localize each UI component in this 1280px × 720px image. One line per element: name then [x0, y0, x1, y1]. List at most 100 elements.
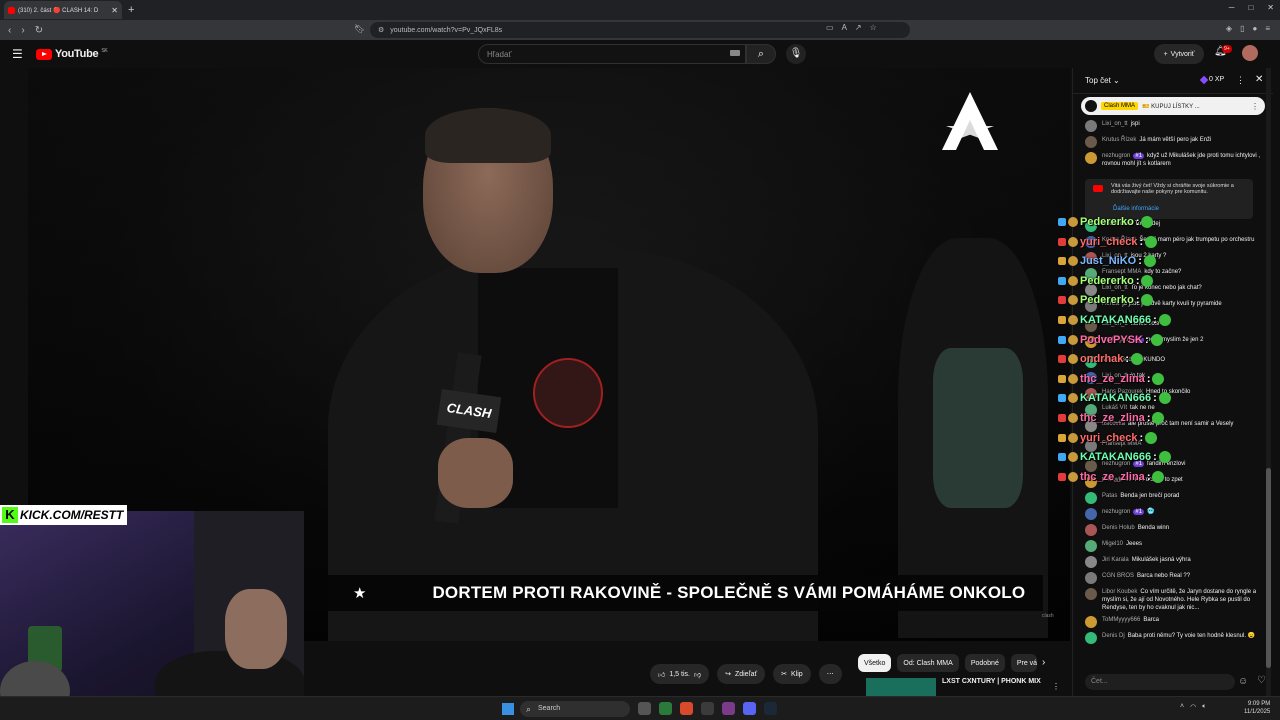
browser-tab[interactable]: (310) 2. část 🔴 CLASH 14: D ✕: [4, 1, 122, 19]
chat-avatar[interactable]: [1085, 616, 1097, 628]
tab-close-icon[interactable]: ✕: [111, 6, 118, 15]
volume-icon[interactable]: 🔈︎: [1202, 703, 1206, 711]
chat-message[interactable]: CGN BROS Barca nebo Real ??: [1085, 572, 1263, 584]
windows-start-icon[interactable]: [502, 703, 514, 715]
notice-more-link[interactable]: Ďalšie informácie: [1113, 206, 1159, 212]
chips-next-icon[interactable]: ›: [1042, 657, 1045, 668]
taskbar-search[interactable]: Search: [520, 701, 630, 717]
chat-avatar[interactable]: [1085, 524, 1097, 536]
extensions-icon[interactable]: ◈: [1226, 24, 1232, 33]
chat-avatar[interactable]: [1085, 152, 1097, 164]
share-button[interactable]: ↪ Zdieľať: [717, 664, 766, 684]
network-icon[interactable]: ◠: [1190, 703, 1196, 711]
pinned-message[interactable]: Clash MMA 🎫 KUPUJ LÍSTKY ... ⋮: [1081, 97, 1265, 115]
chat-more-icon[interactable]: ⋮: [1236, 75, 1245, 86]
chat-message[interactable]: Denis Dj Baba proti němu? Ty voie ten hod…: [1085, 632, 1263, 644]
chat-avatar[interactable]: [1085, 492, 1097, 504]
recommended-thumbnail[interactable]: [866, 678, 936, 698]
reload-icon[interactable]: ↻: [35, 25, 43, 36]
chat-author[interactable]: Denis Dj: [1102, 633, 1125, 639]
translate-icon[interactable]: A: [842, 23, 847, 32]
chat-avatar[interactable]: [1085, 508, 1097, 520]
more-actions-button[interactable]: ⋯: [818, 664, 842, 684]
clock[interactable]: 9:09 PM 11/1/2025: [1244, 700, 1270, 716]
youtube-logo[interactable]: YouTube SK: [36, 48, 108, 60]
chat-message[interactable]: Krutus Řízek Já mám větší pero jak Enži: [1085, 136, 1263, 148]
chat-author[interactable]: Krutus Řízek: [1102, 137, 1136, 143]
tray-chevron-icon[interactable]: ˄: [1180, 703, 1184, 711]
discord-icon[interactable]: [743, 702, 756, 715]
create-button[interactable]: + Vytvoriť: [1154, 44, 1204, 64]
chat-message[interactable]: Denis Holub Benda winn: [1085, 524, 1263, 536]
chat-author[interactable]: CGN BROS: [1102, 573, 1134, 579]
brave-icon[interactable]: [680, 702, 693, 715]
task-view-icon[interactable]: [638, 702, 651, 715]
chip-from-channel[interactable]: Od: Clash MMA: [897, 654, 959, 672]
browser-menu-icon[interactable]: ≡: [1265, 24, 1270, 33]
chat-avatar[interactable]: [1085, 136, 1097, 148]
chat-mode-dropdown[interactable]: Top čet ⌄: [1085, 76, 1120, 85]
new-tab-button[interactable]: +: [128, 4, 134, 16]
steam-icon[interactable]: [764, 702, 777, 715]
cast-icon[interactable]: ▭: [826, 23, 834, 32]
chat-scrollbar-thumb[interactable]: [1266, 468, 1271, 668]
search-button[interactable]: ⌕: [746, 44, 776, 64]
chat-avatar[interactable]: [1085, 632, 1097, 644]
app-icon[interactable]: [722, 702, 735, 715]
chat-message[interactable]: Jiri Karala Mikulášek jasná výhra: [1085, 556, 1263, 568]
share-page-icon[interactable]: ↗: [855, 23, 862, 32]
heart-reaction-icon[interactable]: ♡: [1257, 675, 1266, 686]
chat-author[interactable]: Libor Koubek: [1102, 589, 1137, 595]
chat-message[interactable]: ToMMyyyy666 Barca: [1085, 616, 1263, 628]
recommended-more-icon[interactable]: ⋮: [1052, 682, 1060, 691]
maximize-icon[interactable]: □: [1248, 3, 1253, 12]
chat-close-icon[interactable]: ✕: [1255, 74, 1263, 85]
chat-author[interactable]: Jiri Karala: [1102, 557, 1129, 563]
keyboard-icon[interactable]: [730, 50, 740, 56]
sidebar-icon[interactable]: ▯: [1240, 24, 1244, 33]
search-input[interactable]: Hľadať: [478, 44, 746, 64]
chat-avatar[interactable]: [1085, 556, 1097, 568]
chat-message[interactable]: nezhugron #1 když už Mikulášek jde proti t…: [1085, 152, 1263, 168]
chip-all[interactable]: Všetko: [858, 654, 892, 672]
pinned-more-icon[interactable]: ⋮: [1251, 102, 1259, 111]
chat-avatar[interactable]: [1085, 572, 1097, 584]
emoji-icon[interactable]: ☺: [1238, 676, 1248, 687]
window-close-icon[interactable]: ✕: [1267, 3, 1274, 12]
forward-icon[interactable]: ›: [21, 25, 24, 36]
xp-indicator[interactable]: 0 XP: [1199, 75, 1224, 84]
like-button[interactable]: 👍︎ 1,5 tis. 👎︎: [650, 664, 710, 684]
thumbs-down-icon[interactable]: 👎︎: [694, 670, 701, 679]
xbox-icon[interactable]: [659, 702, 672, 715]
chat-author[interactable]: nezhugron: [1102, 153, 1130, 159]
chat-author[interactable]: Denis Holub: [1102, 525, 1135, 531]
recommended-video[interactable]: LXST CXNTURY | PHONK MIX ⋮: [866, 678, 1060, 698]
chat-input[interactable]: Čet...: [1085, 674, 1235, 690]
clip-button[interactable]: ✂ Klip: [773, 664, 811, 684]
voice-search-button[interactable]: 🎙︎: [786, 44, 806, 64]
chat-message[interactable]: nezhugron #1 🥶: [1085, 508, 1263, 520]
chip-related[interactable]: Podobné: [964, 654, 1005, 672]
chat-author[interactable]: ToMMyyyy666: [1102, 617, 1140, 623]
github-icon[interactable]: [701, 702, 714, 715]
chat-message[interactable]: Libor Koubek Co vím určitě, že Jaryn dost…: [1085, 588, 1263, 612]
back-icon[interactable]: ‹: [8, 25, 11, 36]
recommended-title[interactable]: LXST CXNTURY | PHONK MIX: [942, 678, 1041, 685]
account-avatar[interactable]: [1242, 45, 1258, 61]
chat-avatar[interactable]: [1085, 588, 1097, 600]
site-info-icon[interactable]: ⚙︎: [378, 26, 384, 34]
chat-author[interactable]: Lixi_on_tt: [1102, 121, 1128, 127]
bookmark-icon[interactable]: 🔖︎: [354, 24, 365, 35]
chat-message[interactable]: Lixi_on_tt jspi: [1085, 120, 1263, 132]
chat-author[interactable]: nezhugron: [1102, 509, 1130, 515]
chat-avatar[interactable]: [1085, 120, 1097, 132]
chat-message[interactable]: Migel10 Jeees: [1085, 540, 1263, 552]
hamburger-menu-icon[interactable]: ☰: [12, 47, 23, 61]
chip-for-you[interactable]: Pre vás: [1010, 654, 1037, 672]
profile-icon[interactable]: ●: [1252, 24, 1257, 33]
chat-avatar[interactable]: [1085, 540, 1097, 552]
chat-message[interactable]: Patas Benda jen brečí porad: [1085, 492, 1263, 504]
chat-author[interactable]: Patas: [1102, 493, 1117, 499]
minimize-icon[interactable]: ─: [1229, 3, 1235, 12]
chat-author[interactable]: Migel10: [1102, 541, 1123, 547]
